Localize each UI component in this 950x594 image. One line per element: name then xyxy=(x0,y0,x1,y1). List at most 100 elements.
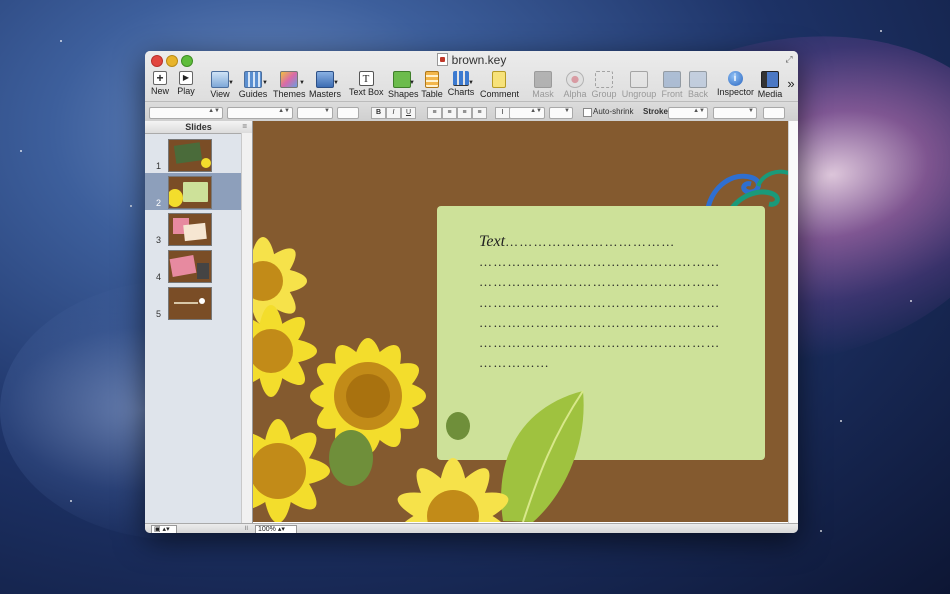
star xyxy=(130,205,132,207)
themes-label: Themes xyxy=(273,89,306,99)
window-title: brown.key xyxy=(145,53,798,67)
view-label-text: View xyxy=(210,89,230,99)
view-dropdown-icon[interactable]: ▼ xyxy=(228,80,234,86)
charts-label: Charts xyxy=(447,87,475,97)
keynote-window: brown.key ⤢ + New ▶ Play View Guides The… xyxy=(145,51,798,533)
text-box-label: Text Box xyxy=(349,87,384,97)
shapes-dropdown-icon[interactable]: ▼ xyxy=(409,80,415,86)
charts-icon xyxy=(453,71,469,86)
fullscreen-icon[interactable]: ⤢ xyxy=(784,54,794,64)
canvas-scrollbar[interactable] xyxy=(788,121,798,523)
sunflower-bottom-left xyxy=(253,419,330,522)
table-label: Table xyxy=(421,89,443,99)
align-right-button[interactable]: ≡ xyxy=(457,107,472,119)
star xyxy=(70,500,72,502)
stroke-width-popup[interactable]: ▼ xyxy=(713,107,757,119)
slides-header-label: Slides xyxy=(185,122,212,132)
slide-number: 1 xyxy=(156,161,162,171)
resize-grip-icon[interactable]: = xyxy=(242,121,247,133)
slide[interactable]: Text……………………………… …………………………………………… ……………… xyxy=(253,121,788,522)
shapes-label: Shapes xyxy=(388,89,419,99)
leaf xyxy=(501,390,584,522)
style-popup[interactable]: ▲▼ xyxy=(149,107,223,119)
auto-shrink-label: Auto-shrink xyxy=(593,107,634,116)
guides-icon xyxy=(244,71,262,88)
toolbar-overflow-button[interactable]: » xyxy=(785,76,797,104)
underline-button[interactable]: U xyxy=(401,107,416,119)
popup-arrow-icon: ▼ xyxy=(564,108,570,114)
document-icon xyxy=(436,53,448,66)
mask-button[interactable]: Mask xyxy=(531,71,555,99)
ungroup-label: Ungroup xyxy=(621,89,657,99)
masters-label: Masters xyxy=(309,89,342,99)
status-bar: ▣ ▴▾ ॥ 100% ▴▾ xyxy=(145,523,798,533)
front-label: Front xyxy=(661,89,683,99)
group-label: Group xyxy=(591,89,617,99)
ungroup-icon xyxy=(630,71,648,88)
view-icon xyxy=(211,71,229,88)
ungroup-button[interactable]: Ungroup xyxy=(621,71,657,99)
popup-arrow-icon: ▲▼ xyxy=(693,108,705,114)
back-label: Back xyxy=(687,89,708,99)
font-size-field[interactable] xyxy=(337,107,359,119)
slide-thumbnail-item[interactable]: 3 xyxy=(145,210,241,247)
popup-arrow-icon: ▲▼ xyxy=(530,108,542,114)
auto-shrink-checkbox[interactable] xyxy=(583,108,592,117)
themes-dropdown-icon[interactable]: ▼ xyxy=(299,80,305,86)
view-mode-popup[interactable]: ▣ ▴▾ xyxy=(151,525,177,533)
charts-dropdown-icon[interactable]: ▼ xyxy=(468,80,474,86)
line-spacing-popup[interactable]: ▲▼ xyxy=(509,107,545,119)
popup-arrow-icon: ▼ xyxy=(748,108,754,114)
slide-thumbnail-item[interactable]: 4 xyxy=(145,247,241,284)
new-button[interactable]: + New xyxy=(149,71,171,99)
popup-arrow-icon: ▲▼ xyxy=(208,108,220,114)
front-button[interactable]: Front xyxy=(660,71,684,99)
sunflower-mid-left xyxy=(253,305,317,397)
masters-icon xyxy=(316,71,334,88)
slide-thumbnail-item-selected[interactable]: 2 xyxy=(145,173,241,210)
table-button[interactable]: Table xyxy=(421,71,443,99)
inspector-button[interactable]: i Inspector xyxy=(717,71,755,99)
columns-popup[interactable]: ▼ xyxy=(549,107,573,119)
slide-number: 5 xyxy=(156,309,162,319)
slide-thumbnail xyxy=(168,213,212,246)
bold-button[interactable]: B xyxy=(371,107,386,119)
play-label: Play xyxy=(177,86,195,96)
align-center-button[interactable]: ≡ xyxy=(442,107,457,119)
alpha-label: Alpha xyxy=(563,89,587,99)
alpha-button[interactable]: Alpha xyxy=(563,71,587,99)
slide-thumbnail-item[interactable]: 5 xyxy=(145,284,241,321)
italic-button[interactable]: I xyxy=(386,107,401,119)
zoom-popup[interactable]: 100% ▴▾ xyxy=(255,525,297,533)
line-spacing-icon[interactable]: Ⅰ xyxy=(495,107,510,119)
align-left-button[interactable]: ≡ xyxy=(427,107,442,119)
navigator-scrollbar[interactable] xyxy=(241,133,252,523)
play-button[interactable]: ▶ Play xyxy=(175,71,197,99)
format-bar: ▲▼ ▲▼ ▼ B I U ≡ ≡ ≡ ≡ Ⅰ ▲▼ ▼ Auto-shrink… xyxy=(145,101,798,122)
stroke-style-popup[interactable]: ▲▼ xyxy=(668,107,708,119)
slide-thumbnail xyxy=(168,287,212,320)
font-family-popup[interactable]: ▲▼ xyxy=(227,107,293,119)
star xyxy=(880,30,882,32)
slide-thumbnail-item[interactable]: 1 xyxy=(145,136,241,173)
font-typeface-popup[interactable]: ▼ xyxy=(297,107,333,119)
table-icon xyxy=(425,71,439,88)
back-button[interactable]: Back xyxy=(686,71,710,99)
media-button[interactable]: Media xyxy=(757,71,783,99)
justify-button[interactable]: ≡ xyxy=(472,107,487,119)
back-icon xyxy=(689,71,707,88)
group-button[interactable]: Group xyxy=(591,71,617,99)
stroke-color-well[interactable] xyxy=(763,107,785,119)
guides-dropdown-icon[interactable]: ▼ xyxy=(262,80,268,86)
splitter-grip-icon[interactable]: ॥ xyxy=(244,524,248,533)
sunflower-bottom-right xyxy=(397,458,509,522)
themes-icon xyxy=(280,71,298,88)
masters-dropdown-icon[interactable]: ▼ xyxy=(333,80,339,86)
window-title-text: brown.key xyxy=(451,53,507,67)
inspector-label: Inspector xyxy=(717,87,755,97)
text-box-button[interactable]: T Text Box xyxy=(349,71,384,99)
popup-arrow-icon: ▲▼ xyxy=(278,108,290,114)
view-label: View xyxy=(207,89,233,99)
comment-label: Comment xyxy=(480,89,520,99)
comment-button[interactable]: Comment xyxy=(480,71,520,99)
